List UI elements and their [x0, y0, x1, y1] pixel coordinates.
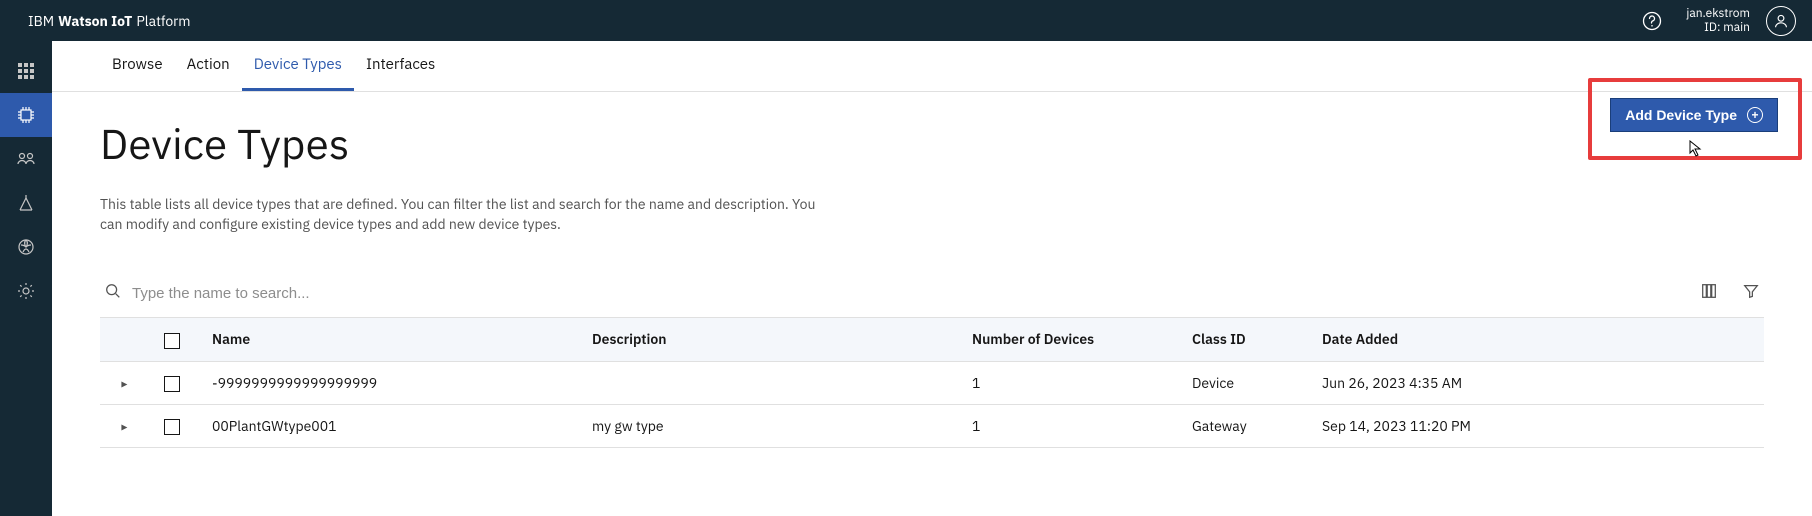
- cell-class-id: Device: [1176, 361, 1306, 404]
- tab-device-types[interactable]: Device Types: [242, 41, 354, 91]
- tab-interfaces[interactable]: Interfaces: [354, 41, 447, 91]
- table-row[interactable]: ▾ 00PlantGWtype001 my gw type 1 Gateway …: [100, 404, 1764, 447]
- columns-icon[interactable]: [1700, 282, 1718, 305]
- col-header-description[interactable]: Description: [576, 318, 956, 361]
- add-device-type-button[interactable]: Add Device Type +: [1610, 98, 1778, 132]
- tab-label: Device Types: [254, 55, 342, 74]
- cell-date-added: Jun 26, 2023 4:35 AM: [1306, 361, 1764, 404]
- plus-circle-icon: +: [1747, 107, 1763, 123]
- nav-settings-icon[interactable]: [0, 269, 52, 313]
- search-input[interactable]: [132, 285, 532, 302]
- add-device-type-highlight: Add Device Type +: [1588, 78, 1802, 160]
- cell-class-id: Gateway: [1176, 404, 1306, 447]
- tab-label: Action: [187, 55, 230, 74]
- table-row[interactable]: ▾ -9999999999999999999 1 Device Jun 26, …: [100, 361, 1764, 404]
- table-toolbar: [100, 282, 1764, 305]
- col-header-num-devices[interactable]: Number of Devices: [956, 318, 1176, 361]
- product-brand: IBM Watson IoT Platform: [28, 12, 191, 30]
- tab-label: Interfaces: [366, 55, 435, 74]
- cell-date-added: Sep 14, 2023 11:20 PM: [1306, 404, 1764, 447]
- row-checkbox[interactable]: [164, 419, 180, 435]
- brand-ibm: IBM: [28, 12, 54, 30]
- col-header-name[interactable]: Name: [196, 318, 576, 361]
- table-header-row: Name Description Number of Devices Class…: [100, 318, 1764, 361]
- cell-num-devices: 1: [956, 361, 1176, 404]
- nav-apps-icon[interactable]: [0, 49, 52, 93]
- cell-description: [576, 361, 956, 404]
- add-device-type-label: Add Device Type: [1625, 107, 1737, 123]
- user-info: jan.ekstrom ID: main: [1686, 7, 1750, 35]
- select-all-checkbox[interactable]: [164, 333, 180, 349]
- nav-devices-icon[interactable]: [0, 93, 52, 137]
- brand-platform: Platform: [136, 12, 190, 30]
- tab-browse[interactable]: Browse: [100, 41, 175, 91]
- cell-name: -9999999999999999999: [196, 361, 576, 404]
- nav-architect-icon[interactable]: [0, 181, 52, 225]
- col-header-class-id[interactable]: Class ID: [1176, 318, 1306, 361]
- search-icon: [104, 282, 122, 305]
- user-avatar-icon[interactable]: [1766, 6, 1796, 36]
- tab-label: Browse: [112, 55, 163, 74]
- device-types-table: Name Description Number of Devices Class…: [100, 317, 1764, 448]
- cell-description: my gw type: [576, 404, 956, 447]
- tab-action[interactable]: Action: [175, 41, 242, 91]
- col-header-date-added[interactable]: Date Added: [1306, 318, 1764, 361]
- filter-icon[interactable]: [1742, 282, 1760, 305]
- global-header: IBM Watson IoT Platform jan.ekstrom ID: …: [0, 0, 1812, 41]
- left-nav: [0, 41, 52, 516]
- user-id: ID: main: [1686, 21, 1750, 35]
- expand-row-icon[interactable]: ▾: [117, 425, 132, 431]
- nav-security-icon[interactable]: [0, 225, 52, 269]
- cell-name: 00PlantGWtype001: [196, 404, 576, 447]
- main-pane: Browse Action Device Types Interfaces Ad…: [52, 41, 1812, 516]
- nav-members-icon[interactable]: [0, 137, 52, 181]
- cursor-pointer-icon: [1688, 140, 1702, 158]
- help-icon[interactable]: [1642, 11, 1662, 31]
- page-title: Device Types: [100, 116, 1764, 171]
- sub-tabs: Browse Action Device Types Interfaces: [52, 41, 1812, 92]
- page-description: This table lists all device types that a…: [100, 195, 820, 234]
- brand-watson: Watson IoT: [58, 12, 132, 30]
- expand-row-icon[interactable]: ▾: [117, 381, 132, 387]
- user-name: jan.ekstrom: [1686, 7, 1750, 21]
- row-checkbox[interactable]: [164, 376, 180, 392]
- cell-num-devices: 1: [956, 404, 1176, 447]
